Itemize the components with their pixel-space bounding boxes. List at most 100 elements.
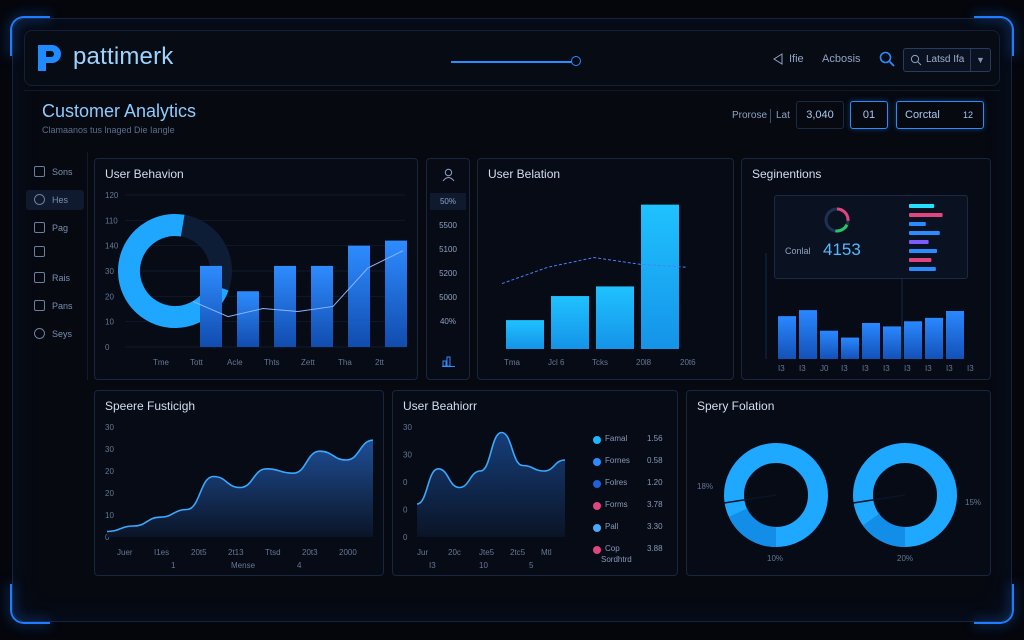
sidebar-item-label: Rais [52, 273, 71, 283]
grid-icon [34, 246, 45, 257]
send-icon [773, 53, 783, 65]
sidebar-item-label: Hes [52, 195, 69, 205]
mini-stat: 5100 [439, 245, 457, 254]
legend-value: 3.78 [647, 500, 663, 509]
bar [904, 321, 922, 359]
sidebar-item-pans[interactable]: Pans [26, 296, 84, 316]
search-icon[interactable] [879, 51, 895, 67]
y-tick-label: 110 [105, 216, 118, 225]
legend-item: Folres 1.20 [589, 477, 673, 491]
x-tick-label: 2tt [375, 358, 385, 367]
y-tick-label: 0 [105, 343, 110, 352]
logo-icon [38, 45, 61, 71]
y-tick-label: 140 [105, 242, 119, 251]
slice-label: 18% [697, 482, 713, 491]
legend-bar [909, 222, 926, 226]
nav-link-analysis[interactable]: Acbosis [822, 53, 861, 65]
control-dropdown[interactable]: Corctal 12 [896, 101, 984, 129]
x-tick-label: I3 [967, 364, 974, 373]
x-tick-label: 20l8 [636, 358, 652, 367]
panel-title: Seginentions [752, 167, 822, 181]
x-tick-label: I3 [841, 364, 848, 373]
globe-icon [34, 194, 45, 205]
bar [274, 265, 296, 347]
legend-value: 3.30 [647, 522, 663, 531]
sidebar-item-rais[interactable]: Rais [26, 268, 84, 288]
legend-item: Forms 3.78 [589, 499, 673, 513]
report-icon [34, 272, 45, 283]
user-relation-panel: User Belation Tma Jcl 6 Tcks 20l8 20t6 [477, 158, 734, 380]
x-tick-label: Jte5 [479, 548, 495, 557]
x-tick-label: 20t3 [302, 548, 318, 557]
bar [237, 291, 259, 347]
user-behavior-chart: 120 110 140 30 20 10 0 Tme Tott Acle Thts Zett Tha 2t… [105, 191, 407, 367]
page-title: Customer Analytics [42, 101, 197, 121]
x-tick-label: I3 [862, 364, 869, 373]
spend-forecast-panel: Speere Fusticigh 30 30 20 20 10 0 Juer I1es 20t5… [94, 390, 384, 576]
y-tick-label: 20 [105, 292, 114, 301]
page-header: Customer Analytics Clamaanos tus lnaged … [24, 90, 1000, 146]
legend-name: Pall [605, 522, 619, 531]
timeline-slider-handle[interactable] [571, 56, 581, 66]
spend-relation-chart: 18% 10% 15% 20% [697, 443, 981, 563]
sidebar-item-label: Pans [52, 301, 73, 311]
legend-swatch [593, 502, 601, 510]
sidebar-item-sons[interactable]: Sons [26, 162, 84, 182]
nav-link-file[interactable]: Ifie [789, 53, 804, 65]
legend-swatch [593, 436, 601, 444]
lock-icon [34, 300, 45, 311]
x-axis-label: Mense [231, 561, 256, 570]
x-tick-label: Tcks [592, 358, 608, 367]
x-tick-label: 20t5 [191, 548, 207, 557]
sidebar-item-grid[interactable] [26, 242, 84, 262]
y-tick-label: 20 [105, 489, 114, 498]
period-button[interactable]: 01 [850, 101, 888, 129]
x-tick-label: Tma [504, 358, 521, 367]
slice-label: 10% [767, 554, 783, 563]
legend-item: Pall 3.30 [589, 521, 673, 535]
panel-title: User Beahiorr [403, 399, 478, 413]
top-bar: pattimerk Ifie Acbosis Latsd Ifa ▼ [24, 30, 1000, 86]
x-tick-label: Tme [153, 358, 170, 367]
area-fill [417, 432, 565, 537]
legend-bar [909, 258, 932, 262]
legend-name: Famal [605, 434, 628, 443]
legend-value: 0.58 [647, 456, 663, 465]
x-tick-label: 1 [171, 561, 176, 570]
magnifier-icon [910, 54, 922, 66]
panel-title: Speere Fusticigh [105, 399, 196, 413]
y-tick-label: 0 [403, 533, 408, 542]
x-tick-label: 2000 [339, 548, 357, 557]
x-tick-label: I3 [925, 364, 932, 373]
sidebar-item-seys[interactable]: Seys [26, 324, 84, 344]
y-tick-label: 10 [105, 511, 114, 520]
panel-title: Spery Folation [697, 399, 775, 413]
timeline-slider[interactable] [451, 61, 575, 63]
x-tick-label: I3 [946, 364, 953, 373]
x-tick-label: Tott [190, 358, 204, 367]
mini-stats-column: 50% 5500 5100 5200 5000 40% [426, 158, 470, 380]
legend-bar [909, 231, 940, 235]
segmentations-panel: Seginentions Conlal 4153 I3 I3 J0 I3 I3 I3 I3 I… [741, 158, 991, 380]
y-tick-label: 30 [403, 423, 412, 432]
x-tick-label: Juer [117, 548, 133, 557]
segment-legend-bars [909, 204, 943, 271]
legend-item: Famal 1.56 [589, 433, 673, 447]
legend-value: 3.88 [647, 544, 663, 553]
legend-swatch [593, 458, 601, 466]
user-behavior-panel: User Behavion 120 110 140 30 20 10 0 Tme Tott Acl… [94, 158, 418, 380]
y-tick-label: 0 [403, 478, 408, 487]
sidebar: Sons Hes Pag Rais Pans Seys [24, 152, 88, 380]
search-input[interactable]: Latsd Ifa ▼ [903, 48, 991, 72]
mini-stat: 5500 [439, 221, 457, 230]
chevron-down-icon[interactable]: ▼ [970, 49, 990, 71]
x-tick-label: I3 [429, 561, 436, 570]
frame-corner-accent [10, 584, 50, 624]
x-tick-label: J0 [820, 364, 829, 373]
legend-bar [909, 213, 943, 217]
sidebar-item-hes[interactable]: Hes [26, 190, 84, 210]
legend-swatch [593, 480, 601, 488]
sidebar-item-pag[interactable]: Pag [26, 218, 84, 238]
legend-bar [909, 204, 935, 208]
x-tick-label: Jur [417, 548, 428, 557]
